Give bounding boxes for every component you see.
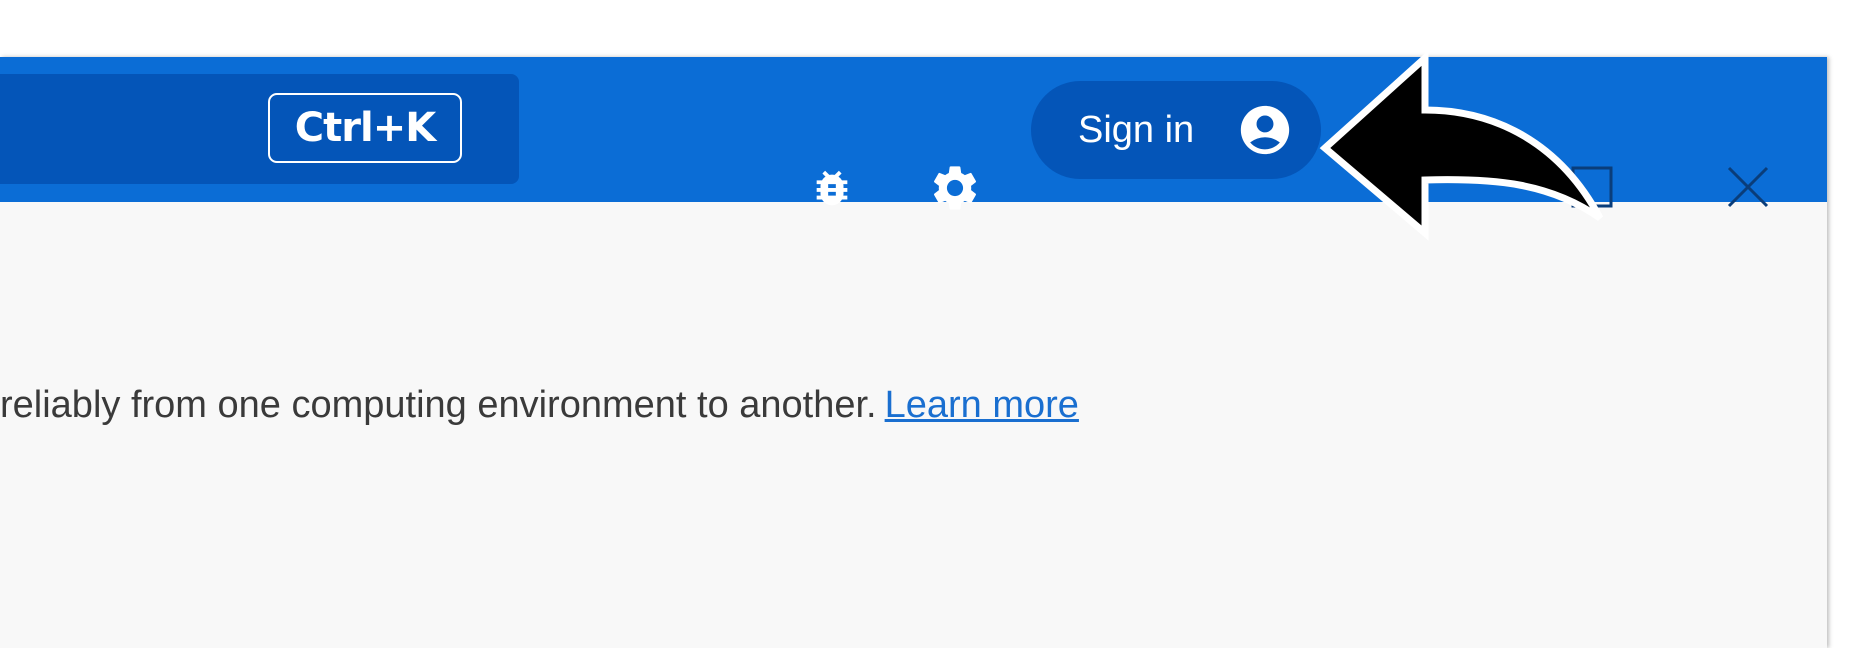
close-icon — [1727, 166, 1769, 208]
description-sentence: reliably from one computing environment … — [0, 384, 877, 426]
gear-icon — [933, 166, 977, 210]
account-circle-icon — [1240, 105, 1290, 155]
bug-report-button[interactable] — [802, 158, 862, 218]
close-button[interactable] — [1718, 157, 1778, 217]
screenshot-page: Ctrl+K Sign in reliably from one computi… — [0, 0, 1862, 648]
search-shortcut-hint: Ctrl+K — [268, 93, 462, 163]
description-text: reliably from one computing environment … — [0, 380, 1079, 430]
maximize-button[interactable] — [1562, 157, 1622, 217]
settings-button[interactable] — [925, 158, 985, 218]
maximize-icon — [1571, 166, 1613, 208]
sign-in-button[interactable]: Sign in — [1031, 81, 1321, 179]
bug-icon — [816, 170, 848, 206]
sign-in-label: Sign in — [1078, 109, 1195, 151]
learn-more-link[interactable]: Learn more — [885, 384, 1079, 426]
